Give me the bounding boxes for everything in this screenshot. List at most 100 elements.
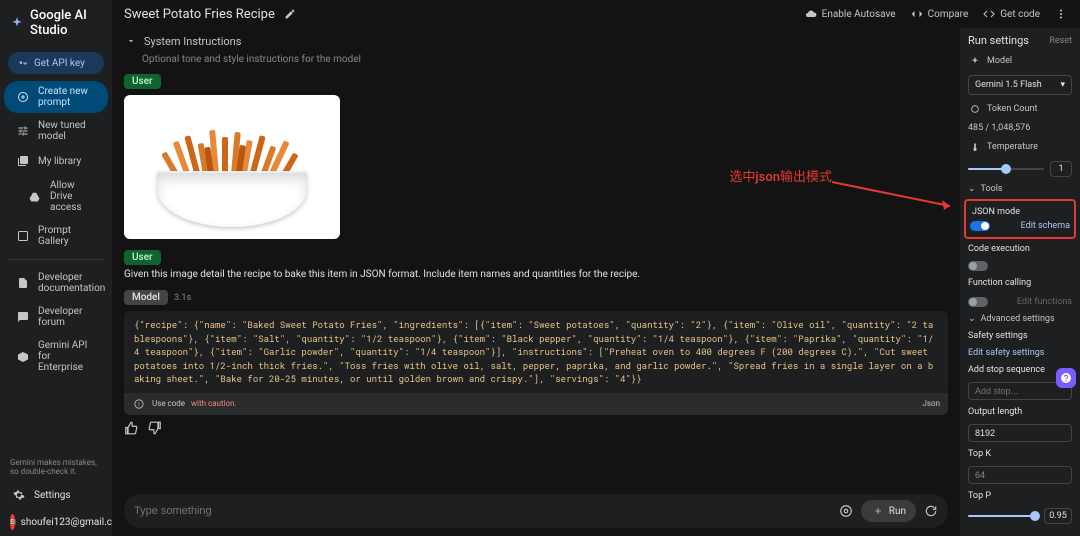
cloud-icon: [804, 7, 818, 21]
autosave-button[interactable]: Enable Autosave: [804, 7, 896, 21]
model-latency: 3.1s: [174, 293, 191, 303]
topp-label: Top P: [968, 491, 1072, 501]
chevron-down-icon: ⌄: [968, 184, 976, 194]
sidebar: Google AI Studio Get API key Create new …: [0, 0, 112, 536]
more-icon[interactable]: [1054, 7, 1068, 21]
output-length-input[interactable]: [968, 424, 1072, 442]
nav-drive-access[interactable]: Allow Drive access: [4, 175, 108, 218]
refresh-icon[interactable]: [924, 504, 938, 518]
nav-label: Developer documentation: [38, 272, 105, 294]
run-label: Run: [889, 506, 906, 517]
caution-link[interactable]: with caution.: [191, 399, 237, 408]
user-prompt-text: Given this image detail the recipe to ba…: [124, 269, 948, 280]
model-label: Model: [968, 54, 1072, 68]
model-message: Model 3.1s {"recipe": {"name": "Baked Sw…: [124, 290, 948, 441]
gallery-icon: [16, 229, 30, 243]
getcode-button[interactable]: Get code: [982, 7, 1040, 21]
nav-new-tuned[interactable]: New tuned model: [4, 115, 108, 147]
nav-label: Allow Drive access: [50, 180, 96, 213]
nav-my-library[interactable]: My library: [4, 149, 108, 173]
run-button[interactable]: Run: [861, 500, 916, 522]
annotation-text: 选中json输出模式: [729, 166, 832, 185]
drive-icon: [28, 190, 42, 204]
image-icon[interactable]: [839, 504, 853, 518]
nav-docs[interactable]: Developer documentation: [4, 267, 108, 299]
get-api-key-button[interactable]: Get API key: [8, 52, 104, 74]
edit-safety-link[interactable]: Edit safety settings: [968, 348, 1072, 358]
key-icon: [16, 56, 30, 70]
page-title: Sweet Potato Fries Recipe: [124, 7, 275, 22]
edit-schema-link[interactable]: Edit schema: [1021, 221, 1070, 231]
nav-label: Gemini API for Enterprise: [38, 340, 96, 373]
library-icon: [16, 154, 30, 168]
code-exec-toggle[interactable]: [968, 261, 988, 271]
thumbs-down-icon[interactable]: [148, 421, 162, 435]
plus-circle-icon: [16, 90, 30, 104]
nav-label: New tuned model: [38, 120, 96, 142]
sysinst-label: System Instructions: [144, 35, 241, 48]
code-output: {"recipe": {"name": "Baked Sweet Potato …: [124, 311, 948, 395]
nav-label: My library: [38, 156, 81, 167]
input-bar: Run: [124, 494, 948, 528]
logo-text: Google AI Studio: [30, 8, 102, 38]
chevron-down-icon: ▾: [1060, 80, 1065, 90]
nav-enterprise[interactable]: Gemini API for Enterprise: [4, 335, 108, 378]
settings-label: Settings: [34, 490, 71, 501]
api-key-label: Get API key: [34, 58, 85, 69]
topp-slider[interactable]: [968, 515, 1038, 517]
compare-button[interactable]: Compare: [910, 7, 969, 21]
compare-label: Compare: [928, 9, 969, 20]
nav-label: Developer forum: [38, 306, 96, 328]
safety-label: Safety settings: [968, 331, 1072, 341]
thumbs-up-icon[interactable]: [124, 421, 138, 435]
caution-pre: Use code: [152, 399, 185, 408]
tools-section[interactable]: ⌄ Tools: [968, 184, 1072, 194]
system-instructions-header[interactable]: System Instructions: [124, 28, 948, 54]
run-settings-panel: Run settings Reset Model Gemini 1.5 Flas…: [960, 28, 1080, 536]
topk-input[interactable]: [968, 466, 1072, 484]
uploaded-image[interactable]: [124, 95, 340, 239]
model-select[interactable]: Gemini 1.5 Flash ▾: [968, 75, 1072, 95]
nav-label: Prompt Gallery: [38, 225, 96, 247]
json-mode-toggle[interactable]: [970, 221, 990, 231]
role-badge-user: User: [124, 250, 161, 265]
prompt-input[interactable]: [134, 505, 831, 517]
collapse-sidebar-button[interactable]: [6, 514, 22, 530]
nav-forum[interactable]: Developer forum: [4, 301, 108, 333]
edit-icon[interactable]: [283, 7, 297, 21]
code-icon: [982, 7, 996, 21]
getcode-label: Get code: [1000, 9, 1040, 20]
sysinst-hint: Optional tone and style instructions for…: [124, 54, 948, 65]
code-footer: Use code with caution. Json: [124, 393, 948, 415]
chat-area: System Instructions Optional tone and st…: [112, 28, 960, 536]
help-floating-button[interactable]: [1056, 368, 1076, 388]
token-icon: [968, 102, 982, 116]
nav-create-prompt[interactable]: Create new prompt: [4, 81, 108, 113]
user-email: shoufei123@gmail.com: [21, 517, 127, 528]
sidebar-settings[interactable]: Settings: [0, 482, 112, 508]
chevron-down-icon: [124, 34, 138, 48]
temperature-slider[interactable]: [968, 168, 1044, 170]
nav-gallery[interactable]: Prompt Gallery: [4, 220, 108, 252]
autosave-label: Enable Autosave: [822, 9, 896, 20]
user-message-2: User Given this image detail the recipe …: [124, 249, 948, 280]
json-mode-label: JSON mode: [970, 205, 1070, 219]
reset-button[interactable]: Reset: [1049, 36, 1072, 46]
disclaimer: Gemini makes mistakes, so double-check i…: [0, 452, 112, 482]
logo[interactable]: Google AI Studio: [0, 0, 112, 46]
chevron-down-icon: ⌄: [968, 314, 976, 324]
doc-icon: [16, 276, 30, 290]
role-badge-model: Model: [124, 290, 168, 305]
tune-icon: [16, 124, 30, 138]
temperature-value[interactable]: 1: [1050, 161, 1072, 177]
thermometer-icon: [968, 140, 982, 154]
outlen-label: Output length: [968, 407, 1072, 417]
feedback-row: [124, 415, 948, 441]
temp-label: Temperature: [968, 140, 1072, 154]
topp-value[interactable]: 0.95: [1044, 508, 1072, 524]
enterprise-icon: [16, 350, 30, 364]
advanced-section[interactable]: ⌄ Advanced settings: [968, 314, 1072, 324]
output-format-tag: Json: [922, 399, 940, 408]
edit-functions-link: Edit functions: [1017, 297, 1072, 307]
func-call-toggle[interactable]: [968, 297, 988, 307]
